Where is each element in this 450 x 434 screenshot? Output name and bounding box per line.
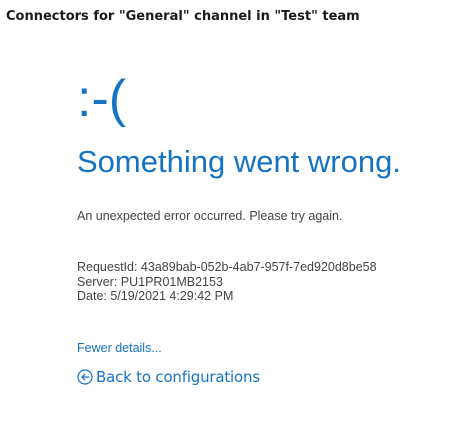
- back-to-configurations-label: Back to configurations: [96, 368, 260, 386]
- error-message: An unexpected error occurred. Please try…: [77, 209, 343, 223]
- request-id-text: RequestId: 43a89bab-052b-4ab7-957f-7ed92…: [77, 260, 377, 274]
- back-to-configurations-link[interactable]: Back to configurations: [77, 367, 260, 387]
- server-text: Server: PU1PR01MB2153: [77, 274, 223, 289]
- arrow-left-circle-icon: [77, 369, 93, 385]
- dialog-title: Connectors for "General" channel in "Tes…: [6, 9, 360, 24]
- error-heading: Something went wrong.: [77, 144, 401, 179]
- sad-face-emoticon: :-(: [77, 70, 127, 128]
- error-details: RequestId: 43a89bab-052b-4ab7-957f-7ed92…: [77, 260, 377, 304]
- fewer-details-link[interactable]: Fewer details...: [77, 340, 162, 356]
- date-text: Date: 5/19/2021 4:29:42 PM: [77, 289, 234, 303]
